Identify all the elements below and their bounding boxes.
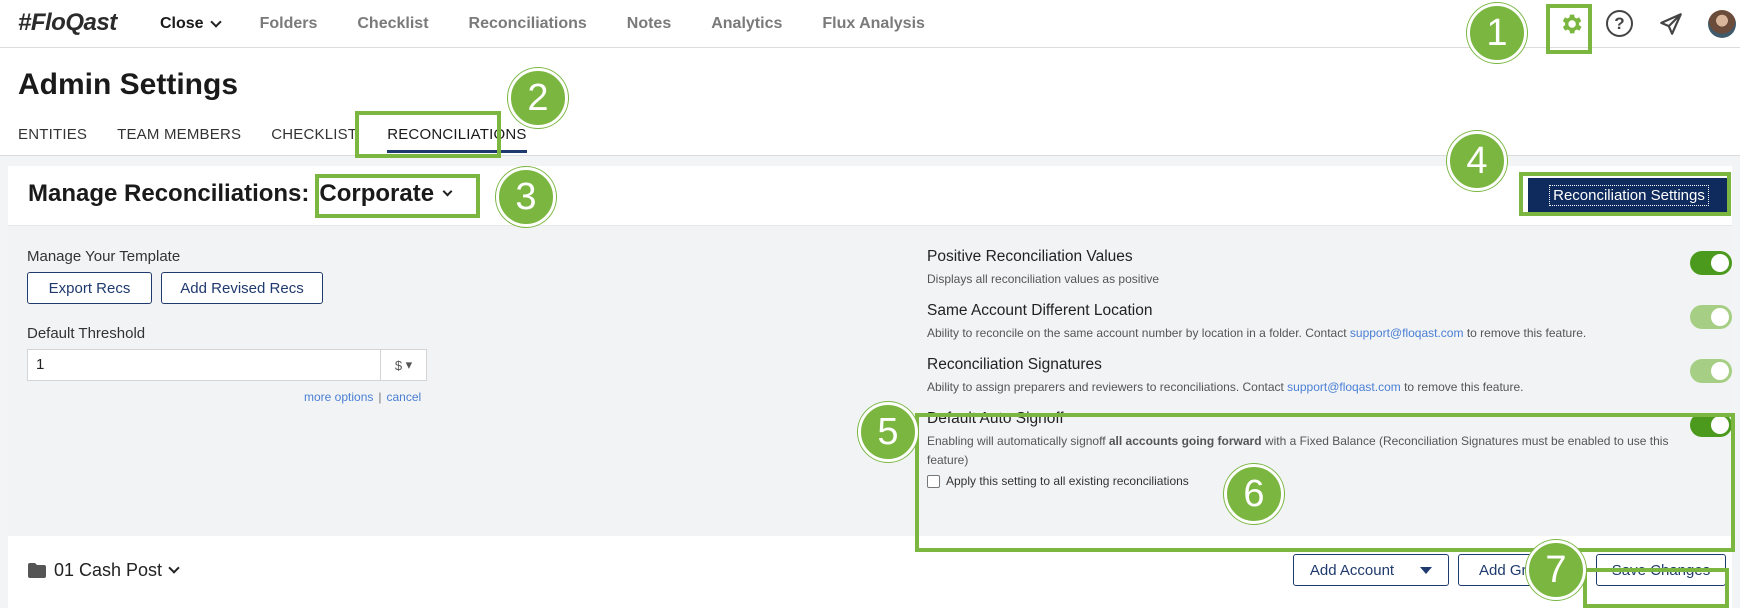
add-account-label: Add Account (1309, 561, 1395, 579)
gear-icon[interactable] (1557, 10, 1585, 38)
apply-existing-label: Apply this setting to all existing recon… (946, 474, 1189, 488)
nav-flux-analysis[interactable]: Flux Analysis (822, 15, 925, 33)
apply-existing-checkbox-row[interactable]: Apply this setting to all existing recon… (927, 474, 1687, 488)
setting-desc-text: Ability to assign preparers and reviewer… (927, 380, 1288, 394)
threshold-input[interactable]: 1 (28, 350, 381, 380)
nav-close[interactable]: Close (160, 15, 222, 33)
folder-selector[interactable]: 01 Cash Post (28, 560, 180, 581)
setting-desc: Ability to reconcile on the same account… (927, 324, 1687, 343)
step-badge-1: 1 (1467, 3, 1527, 63)
add-account-button[interactable]: Add Account (1293, 554, 1449, 586)
panel-title: Manage Reconciliations: Corporate (28, 180, 453, 208)
step-badge-4: 4 (1447, 131, 1507, 191)
nav-folders[interactable]: Folders (260, 15, 318, 33)
currency-select[interactable]: $ ▾ (381, 350, 426, 380)
threshold-input-group: 1 $ ▾ (27, 349, 427, 381)
toggle-same-account[interactable] (1690, 305, 1732, 329)
toggle-auto-signoff[interactable] (1690, 413, 1732, 437)
threshold-links: more options | cancel (304, 390, 421, 404)
folder-icon (28, 563, 46, 578)
add-revised-recs-button[interactable]: Add Revised Recs (161, 272, 323, 304)
tab-reconciliations[interactable]: RECONCILIATIONS (387, 126, 527, 153)
setting-title: Default Auto Signoff (927, 410, 1064, 427)
step-badge-2: 2 (508, 68, 568, 128)
default-threshold-label: Default Threshold (27, 325, 146, 342)
settings-body: Manage Your Template Export Recs Add Rev… (8, 226, 1732, 536)
template-label: Manage Your Template (27, 248, 181, 265)
export-recs-button[interactable]: Export Recs (27, 272, 152, 304)
nav-notes[interactable]: Notes (627, 15, 671, 33)
setting-desc-text: to remove this feature. (1400, 380, 1524, 394)
entity-name: Corporate (319, 180, 435, 207)
cancel-link[interactable]: cancel (387, 390, 422, 404)
currency-symbol: $ (394, 357, 403, 373)
setting-desc-text: to remove this feature. (1463, 326, 1587, 340)
more-options-link[interactable]: more options (304, 390, 373, 404)
link-separator: | (378, 390, 382, 404)
main-nav: Close Folders Checklist Reconciliations … (160, 0, 965, 48)
send-icon[interactable] (1657, 10, 1685, 38)
setting-positive-values: Positive Reconciliation Values Displays … (927, 248, 1687, 289)
help-icon[interactable]: ? (1606, 10, 1633, 37)
setting-title: Same Account Different Location (927, 302, 1153, 319)
step-badge-5: 5 (858, 402, 918, 462)
setting-desc-text: Ability to reconcile on the same account… (927, 326, 1350, 340)
step-badge-7: 7 (1526, 540, 1586, 600)
setting-desc-text: Enabling will automatically signoff (927, 434, 1109, 448)
apply-existing-checkbox[interactable] (927, 474, 940, 488)
step-badge-6: 6 (1224, 464, 1284, 524)
save-changes-button[interactable]: Save Changes (1596, 554, 1726, 586)
tab-team-members[interactable]: TEAM MEMBERS (117, 126, 241, 153)
floqast-logo[interactable]: #FloQast (18, 9, 117, 37)
setting-signatures: Reconciliation Signatures Ability to ass… (927, 356, 1687, 397)
nav-checklist[interactable]: Checklist (357, 15, 428, 33)
step-badge-3: 3 (496, 167, 556, 227)
nav-reconciliations[interactable]: Reconciliations (469, 15, 587, 33)
toggle-signatures[interactable] (1690, 359, 1732, 383)
setting-title: Positive Reconciliation Values (927, 248, 1133, 265)
folder-name: 01 Cash Post (54, 560, 163, 580)
setting-desc-bold: all accounts going forward (1108, 434, 1262, 448)
admin-tabs: ENTITIES TEAM MEMBERS CHECKLIST RECONCIL… (18, 126, 557, 153)
setting-same-account: Same Account Different Location Ability … (927, 302, 1687, 343)
chevron-down-icon (442, 186, 453, 197)
nav-analytics[interactable]: Analytics (711, 15, 782, 33)
panel-title-label: Manage Reconciliations: (28, 180, 310, 207)
nav-close-label: Close (160, 15, 204, 32)
support-email-link[interactable]: support@floqast.com (1350, 326, 1464, 340)
support-email-link[interactable]: support@floqast.com (1287, 380, 1401, 394)
entity-dropdown[interactable]: Corporate (319, 180, 453, 208)
caret-down-icon (1420, 566, 1433, 574)
tab-entities[interactable]: ENTITIES (18, 126, 87, 153)
page-title: Admin Settings (18, 68, 239, 101)
setting-desc: Ability to assign preparers and reviewer… (927, 378, 1687, 397)
setting-auto-signoff: Default Auto Signoff Enabling will autom… (927, 410, 1687, 488)
tab-checklist[interactable]: CHECKLIST (271, 126, 357, 153)
setting-desc: Enabling will automatically signoff all … (927, 432, 1687, 470)
folder-footer: 01 Cash Post Add Account Add Gro Save Ch… (8, 536, 1732, 608)
reconciliation-settings-label: Reconciliation Settings (1549, 184, 1709, 206)
setting-title: Reconciliation Signatures (927, 356, 1102, 373)
avatar[interactable] (1708, 10, 1736, 38)
setting-desc: Displays all reconciliation values as po… (927, 272, 1160, 286)
toggle-positive-values[interactable] (1690, 251, 1732, 275)
chevron-down-icon (209, 16, 222, 28)
manage-reconciliations-panel: Manage Reconciliations: Corporate Reconc… (8, 166, 1732, 608)
reconciliation-settings-button[interactable]: Reconciliation Settings (1528, 178, 1730, 212)
chevron-down-icon (168, 562, 180, 574)
